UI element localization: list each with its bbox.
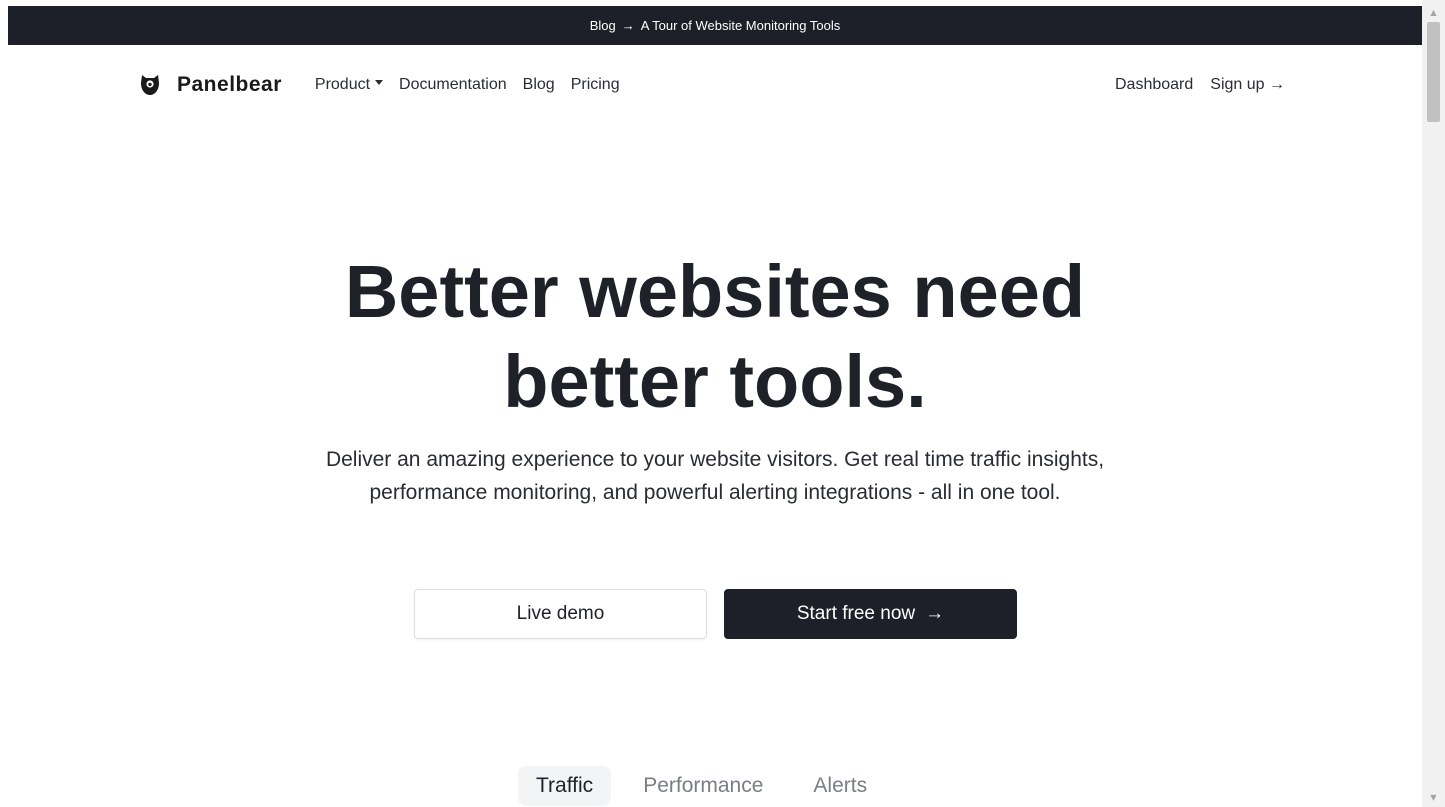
nav-product[interactable]: Product (314, 76, 384, 94)
brand-link[interactable]: Panelbear (140, 73, 282, 97)
tab-performance[interactable]: Performance (625, 766, 781, 806)
hero-title: Better websites need better tools. (240, 247, 1190, 427)
scrollbar-thumb[interactable] (1427, 22, 1440, 122)
hero-title-line-1: Better websites need (344, 250, 1086, 333)
announcement-arrow: → (621, 18, 635, 33)
start-free-button[interactable]: Start free now → (724, 589, 1017, 639)
arrow-right-icon: → (925, 603, 945, 624)
scroll-down-icon[interactable]: ▼ (1422, 789, 1445, 805)
nav-pricing[interactable]: Pricing (571, 76, 620, 94)
vertical-scrollbar[interactable]: ▲ ▼ (1422, 0, 1445, 807)
bear-head-icon (140, 74, 160, 96)
nav-documentation[interactable]: Documentation (399, 76, 507, 94)
nav-product-label: Product (314, 76, 371, 93)
caret-down-icon (375, 80, 384, 86)
hero-subtitle: Deliver an amazing experience to your we… (325, 448, 1105, 504)
live-demo-label: Live demo (516, 603, 605, 624)
brand-name: Panelbear (177, 73, 282, 96)
announcement-prefix: Blog (589, 18, 616, 33)
nav-blog[interactable]: Blog (523, 76, 555, 94)
nav-signup[interactable]: Sign up → (1210, 76, 1285, 94)
announcement-bar[interactable]: Blog → A Tour of Website Monitoring Tool… (8, 6, 1422, 45)
nav-dashboard[interactable]: Dashboard (1115, 76, 1193, 94)
feature-tabs: Traffic Performance Alerts (518, 766, 899, 806)
tab-alerts[interactable]: Alerts (795, 766, 885, 806)
start-free-label: Start free now (796, 603, 916, 624)
hero-title-line-2: better tools. (503, 340, 927, 423)
window-edge (0, 0, 8, 807)
tab-traffic[interactable]: Traffic (518, 766, 612, 806)
nav-links: Product Documentation Blog Pricing (315, 76, 636, 94)
top-nav: Panelbear Product Documentation Blog Pri… (140, 68, 1285, 102)
announcement-text: A Tour of Website Monitoring Tools (640, 18, 841, 33)
nav-right: Dashboard Sign up → (1098, 76, 1285, 94)
page: Blog → A Tour of Website Monitoring Tool… (0, 0, 1445, 807)
live-demo-button[interactable]: Live demo (414, 589, 707, 639)
scroll-up-icon[interactable]: ▲ (1422, 4, 1445, 20)
